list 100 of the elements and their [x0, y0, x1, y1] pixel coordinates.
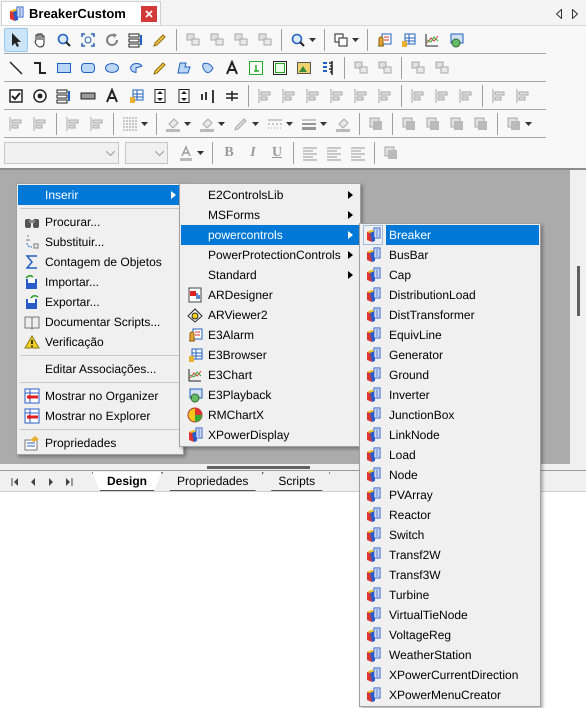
sheet-tab[interactable]: Scripts: [263, 472, 330, 491]
group-icon: [377, 60, 393, 76]
menu-item[interactable]: Verificação: [18, 332, 182, 352]
chart-icon: [424, 32, 440, 48]
menu-item[interactable]: LinkNode: [386, 425, 539, 445]
menu-item[interactable]: Exportar...: [18, 292, 182, 312]
menu-item[interactable]: E3Alarm: [181, 325, 359, 345]
menu-item[interactable]: Standard: [181, 265, 359, 285]
menu-item[interactable]: ARDesigner: [181, 285, 359, 305]
menu-item[interactable]: ARViewer2: [181, 305, 359, 325]
align-icon: [515, 88, 531, 104]
shadow-icon: [368, 116, 384, 132]
align-icon: [329, 88, 345, 104]
menu-item[interactable]: Turbine: [386, 585, 539, 605]
pencil-icon: [152, 32, 168, 48]
menu-item[interactable]: DistributionLoad: [386, 285, 539, 305]
menu-item[interactable]: XPowerDisplay: [181, 425, 359, 445]
menu-item[interactable]: PVArray: [386, 485, 539, 505]
shape-icon: [200, 60, 216, 76]
align-icon: [281, 88, 297, 104]
menu-item[interactable]: BusBar: [386, 245, 539, 265]
sheet-tab[interactable]: Design: [92, 472, 162, 491]
component-icon: [365, 287, 381, 303]
caret-icon: [320, 122, 327, 126]
menu-item[interactable]: Reactor: [386, 505, 539, 525]
component-icon: [365, 607, 381, 623]
component-icon: [365, 407, 381, 423]
table-icon: [128, 88, 144, 104]
menu-item[interactable]: E3Playback: [181, 385, 359, 405]
menu-item[interactable]: VirtualTieNode: [386, 605, 539, 625]
menu-item[interactable]: Ground: [386, 365, 539, 385]
menu-item[interactable]: Substituir...: [18, 232, 182, 252]
spin-icon: [152, 88, 168, 104]
sheet-tab[interactable]: Propriedades: [162, 472, 264, 491]
menu-item[interactable]: Switch: [386, 525, 539, 545]
scroll-left-icon[interactable]: [556, 9, 562, 19]
menu-item[interactable]: PowerProtectionControls: [181, 245, 359, 265]
viewer-icon: [187, 307, 203, 323]
shadow-icon: [401, 116, 417, 132]
component-icon: [365, 467, 381, 483]
document-tab[interactable]: BreakerCustom: [1, 1, 161, 25]
component-icon: [365, 427, 381, 443]
fill-icon: [335, 116, 351, 132]
component-icon: [187, 427, 203, 443]
book-icon: [24, 314, 40, 330]
fill-icon: [165, 116, 181, 132]
menu-item[interactable]: XPowerCurrentDirection: [386, 665, 539, 685]
menu-item[interactable]: Procurar...: [18, 212, 182, 232]
scroll-right-icon[interactable]: [572, 9, 578, 19]
text-align-icon: [350, 145, 366, 161]
toolbar-button[interactable]: [4, 28, 28, 52]
align-icon: [491, 88, 507, 104]
component-icon: [365, 507, 381, 523]
menu-item[interactable]: Inverter: [386, 385, 539, 405]
align-icon: [353, 88, 369, 104]
menu-item[interactable]: Editar Associações...: [18, 359, 182, 379]
menu-item[interactable]: Node: [386, 465, 539, 485]
list-icon: [56, 88, 72, 104]
polygon-icon: [176, 60, 192, 76]
menu-item[interactable]: Inserir: [18, 185, 182, 205]
close-button[interactable]: [140, 6, 157, 22]
menu-item[interactable]: Importar...: [18, 272, 182, 292]
pencil-icon: [233, 116, 249, 132]
menu-item[interactable]: VoltageReg: [386, 625, 539, 645]
component-icon: [365, 567, 381, 583]
menu-item[interactable]: JunctionBox: [386, 405, 539, 425]
menu-item[interactable]: Breaker: [386, 225, 539, 245]
menu-item[interactable]: MSForms: [181, 205, 359, 225]
menu-item[interactable]: E3Chart: [181, 365, 359, 385]
menu-item[interactable]: E3Browser: [181, 345, 359, 365]
menu-item[interactable]: DistTransformer: [386, 305, 539, 325]
menu-item[interactable]: Documentar Scripts...: [18, 312, 182, 332]
list-icon: [128, 32, 144, 48]
menu-item[interactable]: Cap: [386, 265, 539, 285]
component-icon: [365, 227, 381, 243]
menu-item[interactable]: RMChartX: [181, 405, 359, 425]
menu-item[interactable]: XPowerMenuCreator: [386, 685, 539, 705]
menu-item[interactable]: Load: [386, 445, 539, 465]
menu-item[interactable]: E2ControlsLib: [181, 185, 359, 205]
export-icon: [24, 294, 40, 310]
menu-item[interactable]: Generator: [386, 345, 539, 365]
group-icon: [434, 60, 450, 76]
menu-item[interactable]: EquivLine: [386, 325, 539, 345]
menu-item[interactable]: Transf2W: [386, 545, 539, 565]
menu-item[interactable]: Mostrar no Organizer: [18, 386, 182, 406]
menu-item[interactable]: Mostrar no Explorer: [18, 406, 182, 426]
component-icon: [365, 447, 381, 463]
caret-icon: [525, 122, 532, 126]
connector-icon: [32, 60, 48, 76]
menu-item[interactable]: Contagem de Objetos: [18, 252, 182, 272]
component-icon: [365, 527, 381, 543]
menu-item[interactable]: WeatherStation: [386, 645, 539, 665]
component-icon: [365, 387, 381, 403]
component-icon: [8, 6, 24, 22]
menu-item[interactable]: Transf3W: [386, 565, 539, 585]
menu-item[interactable]: Propriedades: [18, 433, 182, 453]
shadow-icon: [506, 116, 522, 132]
vertical-scrollbar[interactable]: [570, 170, 586, 464]
menu-item[interactable]: powercontrols: [181, 225, 359, 245]
component-icon: [365, 327, 381, 343]
